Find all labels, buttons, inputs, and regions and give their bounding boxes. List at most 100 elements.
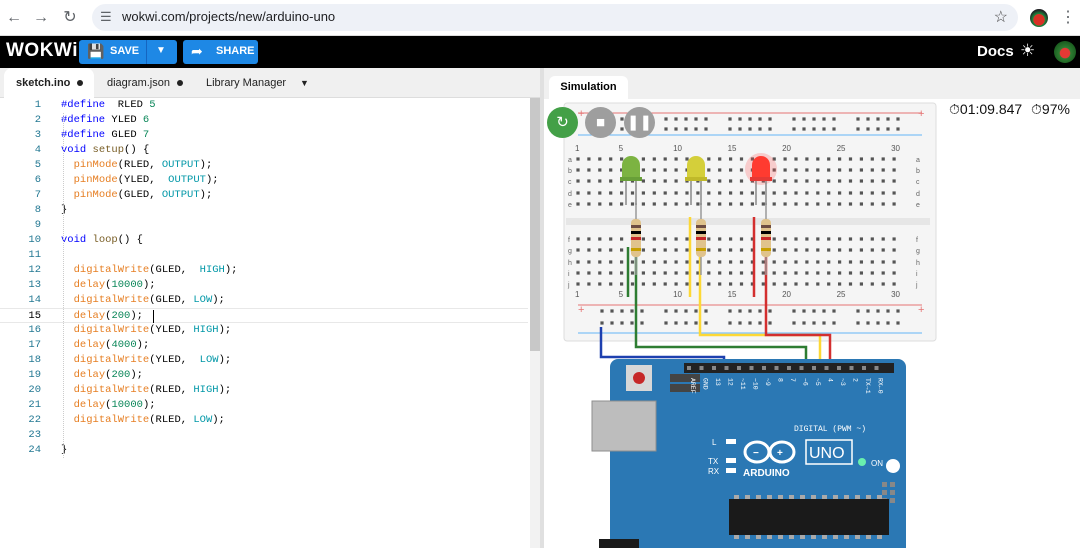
breadboard-hole[interactable] [838, 168, 842, 172]
breadboard-hole[interactable] [620, 202, 624, 206]
breadboard-hole[interactable] [576, 260, 580, 264]
breadboard-hole[interactable] [652, 202, 656, 206]
breadboard-hole[interactable] [652, 179, 656, 183]
code-line[interactable]: 3 #define GLED 7 [0, 128, 528, 143]
breadboard-hole[interactable] [707, 179, 711, 183]
rail-hole[interactable] [748, 127, 752, 131]
rail-hole[interactable] [664, 117, 668, 121]
breadboard-hole[interactable] [609, 168, 613, 172]
breadboard-hole[interactable] [641, 168, 645, 172]
breadboard-hole[interactable] [892, 202, 896, 206]
breadboard-hole[interactable] [805, 191, 809, 195]
breadboard-hole[interactable] [859, 157, 863, 161]
breadboard-hole[interactable] [783, 237, 787, 241]
breadboard-hole[interactable] [870, 271, 874, 275]
breadboard-hole[interactable] [816, 179, 820, 183]
breadboard-hole[interactable] [761, 282, 765, 286]
breadboard-hole[interactable] [838, 191, 842, 195]
breadboard-hole[interactable] [598, 271, 602, 275]
breadboard-hole[interactable] [663, 168, 667, 172]
rail-hole[interactable] [674, 321, 678, 325]
breadboard-hole[interactable] [892, 248, 896, 252]
breadboard-hole[interactable] [761, 202, 765, 206]
breadboard-hole[interactable] [663, 157, 667, 161]
breadboard-hole[interactable] [674, 157, 678, 161]
breadboard-hole[interactable] [870, 237, 874, 241]
header-pin[interactable] [862, 366, 866, 370]
breadboard-hole[interactable] [783, 282, 787, 286]
rail-hole[interactable] [822, 309, 826, 313]
breadboard-hole[interactable] [576, 191, 580, 195]
stop-button[interactable]: ■ [585, 107, 616, 138]
rail-hole[interactable] [812, 127, 816, 131]
breadboard-hole[interactable] [870, 248, 874, 252]
breadboard-hole[interactable] [652, 168, 656, 172]
breadboard-hole[interactable] [827, 282, 831, 286]
code-line[interactable]: 6 pinMode(YLED, OUTPUT); [0, 173, 528, 188]
breadboard-hole[interactable] [587, 282, 591, 286]
rail-hole[interactable] [832, 117, 836, 121]
code-line[interactable]: 11 [0, 248, 528, 263]
breadboard-hole[interactable] [652, 157, 656, 161]
breadboard-hole[interactable] [794, 271, 798, 275]
breadboard-hole[interactable] [739, 168, 744, 172]
rail-hole[interactable] [728, 309, 732, 313]
breadboard-hole[interactable] [674, 260, 678, 264]
forward-icon[interactable]: → [31, 8, 51, 28]
header-pin[interactable] [712, 366, 716, 370]
breadboard-hole[interactable] [870, 157, 874, 161]
rail-hole[interactable] [856, 321, 860, 325]
breadboard-hole[interactable] [718, 237, 722, 241]
code-line[interactable]: 20 digitalWrite(RLED, HIGH); [0, 383, 528, 398]
pause-button[interactable]: ❚❚ [624, 107, 655, 138]
breadboard-hole[interactable] [598, 157, 602, 161]
breadboard-hole[interactable] [794, 237, 798, 241]
breadboard-hole[interactable] [707, 237, 711, 241]
breadboard-hole[interactable] [652, 271, 656, 275]
breadboard-hole[interactable] [609, 271, 613, 275]
rail-hole[interactable] [768, 117, 772, 121]
breadboard-hole[interactable] [848, 271, 853, 275]
rail-hole[interactable] [640, 321, 644, 325]
docs-link[interactable]: Docs [977, 43, 1014, 60]
breadboard-hole[interactable] [881, 248, 885, 252]
breadboard-hole[interactable] [881, 271, 885, 275]
breadboard-hole[interactable] [587, 237, 591, 241]
rail-hole[interactable] [640, 309, 644, 313]
breadboard-hole[interactable] [609, 237, 613, 241]
browser-menu-icon[interactable]: ⋮ [1060, 7, 1076, 27]
breadboard-hole[interactable] [739, 191, 744, 195]
breadboard-hole[interactable] [848, 202, 853, 206]
code-line[interactable]: 22 digitalWrite(RLED, LOW); [0, 413, 528, 428]
breadboard-hole[interactable] [674, 248, 678, 252]
rail-hole[interactable] [600, 309, 604, 313]
breadboard-hole[interactable] [598, 179, 602, 183]
breadboard-hole[interactable] [587, 260, 591, 264]
breadboard-hole[interactable] [707, 202, 711, 206]
breadboard-hole[interactable] [620, 248, 624, 252]
breadboard-hole[interactable] [641, 237, 645, 241]
breadboard-hole[interactable] [827, 168, 831, 172]
breadboard-hole[interactable] [609, 248, 613, 252]
code-line[interactable]: 14 digitalWrite(GLED, LOW); [0, 293, 528, 308]
editor-scrollbar-thumb[interactable] [530, 98, 540, 351]
breadboard-hole[interactable] [729, 191, 733, 195]
breadboard-hole[interactable] [685, 282, 689, 286]
rail-hole[interactable] [694, 309, 698, 313]
rail-hole[interactable] [704, 117, 708, 121]
breadboard-hole[interactable] [576, 271, 580, 275]
breadboard-hole[interactable] [663, 191, 667, 195]
breadboard-hole[interactable] [598, 237, 602, 241]
breadboard-hole[interactable] [587, 202, 591, 206]
breadboard-hole[interactable] [739, 157, 744, 161]
breadboard-hole[interactable] [598, 168, 602, 172]
breadboard-hole[interactable] [707, 248, 711, 252]
breadboard-hole[interactable] [827, 191, 831, 195]
breadboard-hole[interactable] [685, 248, 689, 252]
rail-hole[interactable] [886, 321, 890, 325]
breadboard-hole[interactable] [739, 260, 744, 264]
address-bar[interactable]: ☰ wokwi.com/projects/new/arduino-uno ☆ [92, 4, 1018, 31]
rail-hole[interactable] [822, 117, 826, 121]
breadboard-hole[interactable] [707, 168, 711, 172]
breadboard-hole[interactable] [663, 248, 667, 252]
